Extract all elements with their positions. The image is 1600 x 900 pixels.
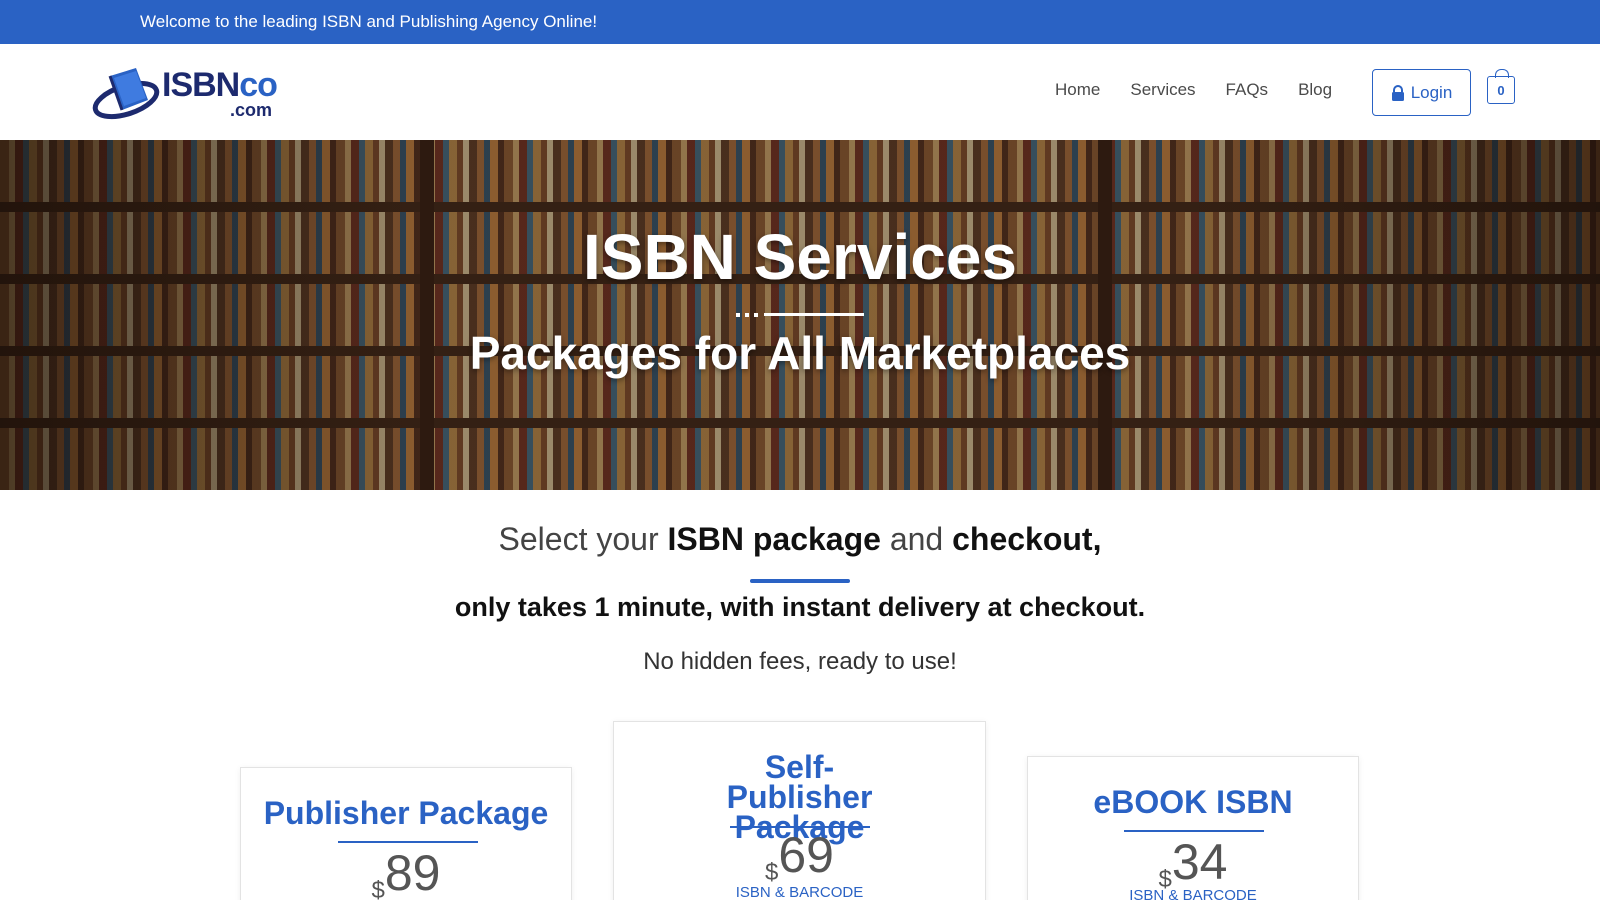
hero-subtitle: Packages for All Marketplaces bbox=[469, 327, 1131, 379]
bookshelf-post-right bbox=[1098, 140, 1112, 490]
package-price: $69 bbox=[765, 827, 834, 886]
package-card-publisher[interactable]: Publisher Package $89 bbox=[240, 767, 572, 900]
cart-count: 0 bbox=[1497, 82, 1505, 98]
nav-blog[interactable]: Blog bbox=[1298, 80, 1332, 100]
bookshelf-post-left bbox=[420, 140, 434, 490]
site-logo[interactable]: ISBNco .com bbox=[92, 64, 282, 124]
package-title: Publisher Package bbox=[263, 795, 549, 831]
cart-button[interactable]: 0 bbox=[1487, 69, 1515, 104]
intro-divider bbox=[750, 579, 850, 583]
logo-suffix: .com bbox=[230, 100, 273, 120]
top-announcement-bar: Welcome to the leading ISBN and Publishi… bbox=[0, 0, 1600, 44]
package-title: eBOOK ISBN bbox=[1093, 784, 1293, 820]
package-subtitle: ISBN & BARCODE bbox=[1129, 887, 1257, 900]
hero-title: ISBN Services bbox=[582, 221, 1018, 293]
nav-home[interactable]: Home bbox=[1055, 80, 1100, 100]
login-button[interactable]: Login bbox=[1372, 69, 1471, 116]
nav-faqs[interactable]: FAQs bbox=[1226, 80, 1269, 100]
package-subtitle: ISBN & BARCODE bbox=[735, 884, 864, 900]
site-header: ISBNco .com Home Services FAQs Blog Logi… bbox=[0, 44, 1600, 140]
hero-banner: ISBN Services Packages for All Marketpla… bbox=[0, 140, 1600, 490]
hero-shade-left bbox=[0, 140, 420, 490]
login-label: Login bbox=[1410, 82, 1453, 102]
package-card-ebook[interactable]: eBOOK ISBN $34 ISBN & BARCODE bbox=[1027, 756, 1359, 900]
main-nav: Home Services FAQs Blog bbox=[1055, 80, 1332, 100]
hero-divider bbox=[736, 313, 864, 317]
package-price: $89 bbox=[371, 845, 441, 900]
lock-icon bbox=[1391, 84, 1404, 101]
intro-delivery-text: only takes 1 minute, with instant delive… bbox=[454, 592, 1146, 622]
hero-shade-right bbox=[1180, 140, 1600, 490]
intro-no-fees-text: No hidden fees, ready to use! bbox=[643, 648, 957, 675]
package-price: $34 bbox=[1158, 834, 1228, 893]
package-title-rule bbox=[338, 841, 478, 843]
nav-services[interactable]: Services bbox=[1130, 80, 1195, 100]
package-card-self-publisher[interactable]: Self-Publisher Package $69 ISBN & BARCOD… bbox=[613, 721, 986, 900]
welcome-text: Welcome to the leading ISBN and Publishi… bbox=[140, 12, 598, 31]
intro-headline: Select your ISBN package and checkout, bbox=[498, 521, 1102, 557]
book-globe-logo-icon bbox=[92, 68, 160, 120]
package-title-rule bbox=[1124, 830, 1264, 832]
